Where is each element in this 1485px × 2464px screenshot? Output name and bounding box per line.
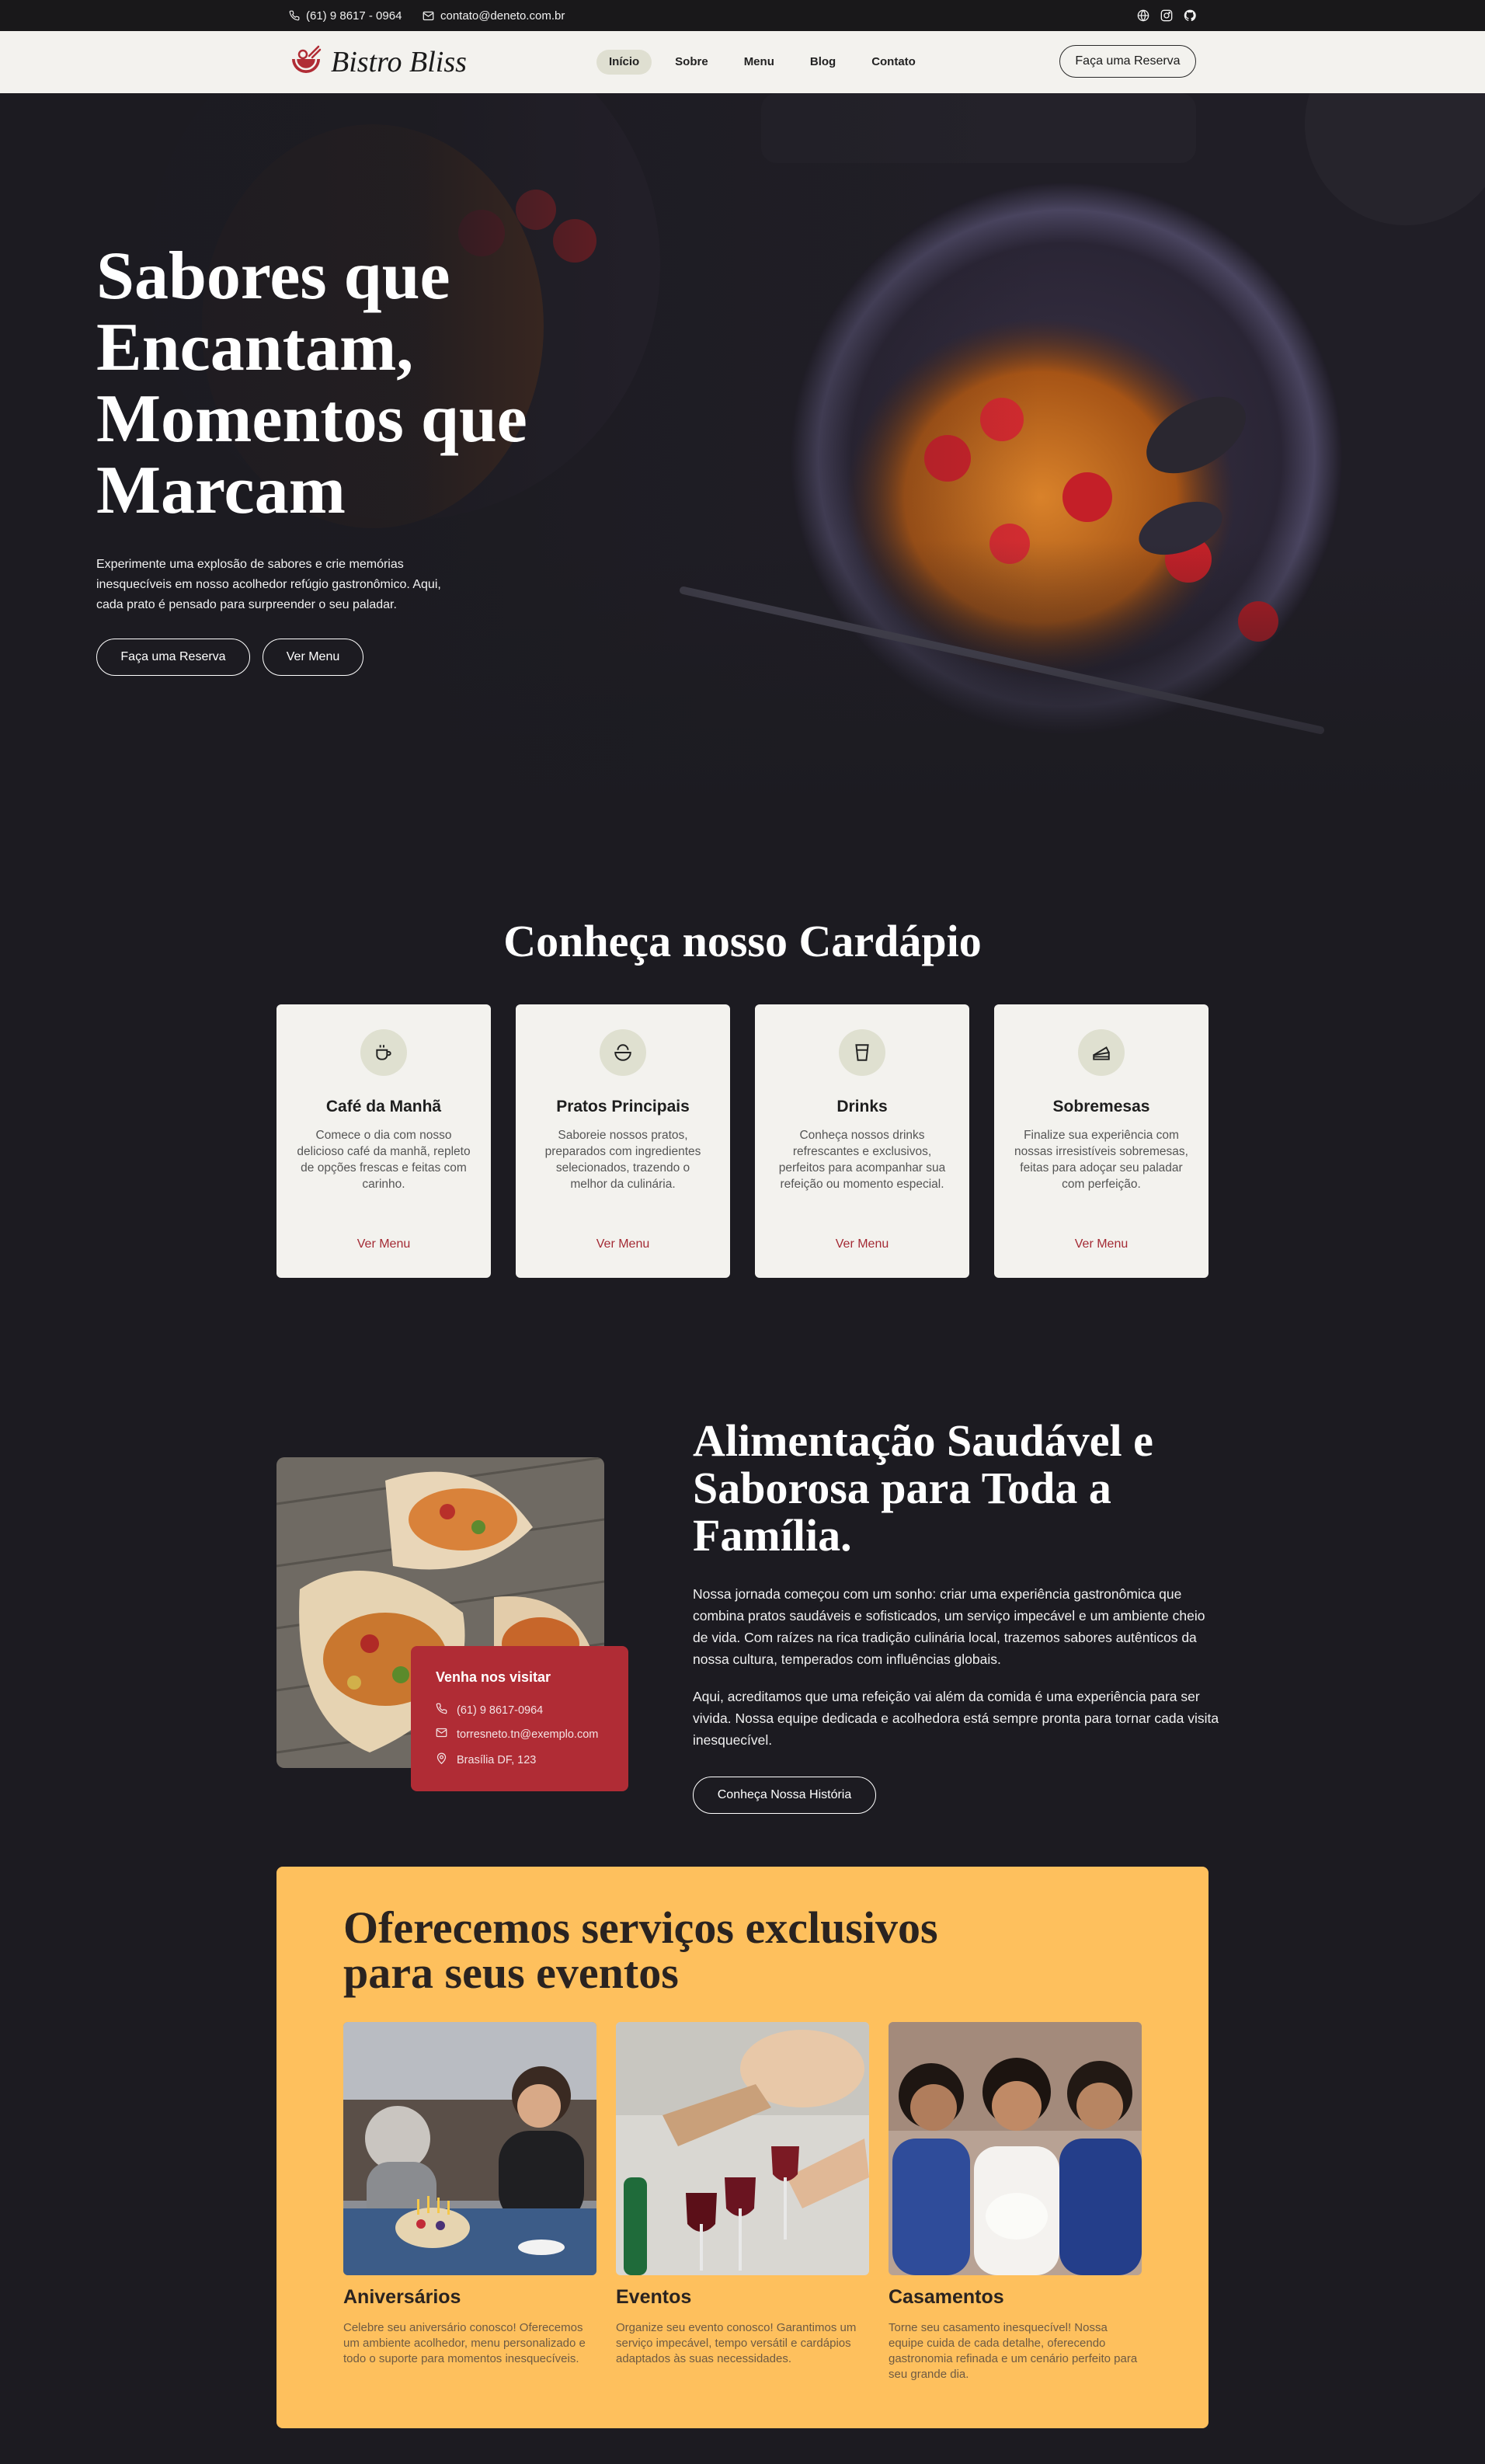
menu-card-description: Finalize sua experiência com nossas irre… (1014, 1129, 1188, 1191)
cake-slice-icon (1078, 1029, 1125, 1076)
topbar-phone[interactable]: (61) 9 8617 - 0964 (289, 0, 402, 31)
nav-item-contato[interactable]: Contato (859, 50, 928, 75)
visit-card-email[interactable]: torresneto.tn@exemplo.com (436, 1728, 598, 1741)
mail-icon (423, 11, 434, 21)
logo-text: Bistro Bliss (331, 46, 467, 78)
nav-item-sobre[interactable]: Sobre (663, 50, 721, 75)
event-card-aniversarios[interactable]: Aniversários Celebre seu aniversário con… (343, 2022, 596, 2365)
menu-card-description: Comece o dia com nosso delicioso café da… (297, 1129, 471, 1191)
bowl-icon (600, 1029, 646, 1076)
menu-card-pratos: Pratos Principais Saboreie nossos pratos… (516, 1004, 730, 1278)
menu-card-title: Pratos Principais (556, 1098, 690, 1115)
main-nav: Início Sobre Menu Blog Contato (596, 50, 928, 75)
about-history-button[interactable]: Conheça Nossa História (693, 1777, 876, 1814)
toast-photo (616, 2022, 869, 2275)
logo[interactable]: Bistro Bliss (289, 44, 467, 81)
menu-card-title: Sobremesas (1052, 1098, 1150, 1115)
visit-phone-text: (61) 9 8617-0964 (457, 1704, 544, 1717)
menu-card-link[interactable]: Ver Menu (276, 1237, 491, 1251)
hero-title: Sabores que Encantam, Momentos que Marca… (96, 238, 527, 528)
visit-card-address: Brasília DF, 123 (436, 1752, 536, 1768)
about-paragraph-1: Nossa jornada começou com um sonho: cria… (693, 1586, 1205, 1667)
menu-card-sobremesas: Sobremesas Finalize sua experiência com … (994, 1004, 1209, 1278)
events-title: Oferecemos serviços exclusivos para seus… (343, 1902, 938, 1998)
event-card-description: Torne seu casamento inesquecível! Nossa … (889, 2321, 1138, 2381)
menu-card-link[interactable]: Ver Menu (516, 1237, 730, 1251)
event-card-title: Aniversários (343, 2286, 461, 2308)
menu-card-title: Drinks (836, 1098, 888, 1115)
visit-email-text: torresneto.tn@exemplo.com (457, 1728, 599, 1741)
visit-card-title: Venha nos visitar (436, 1669, 551, 1685)
menu-card-link[interactable]: Ver Menu (755, 1237, 969, 1251)
hero-subtitle: Experimente uma explosão de sabores e cr… (96, 558, 441, 611)
visit-card-phone[interactable]: (61) 9 8617-0964 (436, 1703, 543, 1717)
event-card-eventos[interactable]: Eventos Organize seu evento conosco! Gar… (616, 2022, 869, 2365)
visit-card: Venha nos visitar (61) 9 8617-0964 torre… (411, 1646, 628, 1791)
top-bar: (61) 9 8617 - 0964 contato@deneto.com.br (0, 0, 1485, 31)
map-pin-icon (436, 1752, 447, 1768)
phone-icon (436, 1703, 447, 1717)
about-title: Alimentação Saudável e Saborosa para Tod… (693, 1415, 1153, 1561)
phone-icon (289, 10, 300, 21)
instagram-icon[interactable] (1160, 9, 1173, 22)
visit-address-text: Brasília DF, 123 (457, 1754, 537, 1766)
nav-item-inicio[interactable]: Início (596, 50, 652, 75)
menu-card-title: Café da Manhã (325, 1098, 442, 1115)
birthday-photo (343, 2022, 596, 2275)
topbar-email-text: contato@deneto.com.br (440, 9, 565, 23)
social-links (1137, 0, 1196, 31)
topbar-email[interactable]: contato@deneto.com.br (423, 0, 565, 31)
event-card-description: Celebre seu aniversário conosco! Oferece… (343, 2321, 586, 2365)
menu-card-cafe: Café da Manhã Comece o dia com nosso del… (276, 1004, 491, 1278)
events-section: Oferecemos serviços exclusivos para seus… (276, 1867, 1209, 2428)
nav-item-blog[interactable]: Blog (798, 50, 848, 75)
drink-glass-icon (839, 1029, 885, 1076)
globe-icon[interactable] (1137, 9, 1149, 22)
about-paragraph-2: Aqui, acreditamos que uma refeição vai a… (693, 1689, 1219, 1748)
menu-card-description: Saboreie nossos pratos, preparados com i… (544, 1129, 701, 1191)
wedding-photo (889, 2022, 1142, 2275)
menu-card-description: Conheça nossos drinks refrescantes e exc… (778, 1129, 946, 1191)
header-reserve-button[interactable]: Faça uma Reserva (1059, 45, 1196, 78)
topbar-phone-text: (61) 9 8617 - 0964 (306, 9, 402, 23)
bowl-logo-icon (289, 44, 323, 82)
event-card-title: Eventos (616, 2286, 692, 2308)
coffee-cup-icon (360, 1029, 407, 1076)
mail-icon (436, 1728, 447, 1741)
event-card-description: Organize seu evento conosco! Garantimos … (616, 2321, 857, 2365)
hero-reserve-button[interactable]: Faça uma Reserva (96, 639, 250, 676)
main-header: Bistro Bliss Início Sobre Menu Blog Cont… (0, 31, 1485, 93)
event-card-casamentos[interactable]: Casamentos Torne seu casamento inesquecí… (889, 2022, 1142, 2381)
hero-section: Sabores que Encantam, Momentos que Marca… (0, 93, 1485, 839)
github-icon[interactable] (1184, 9, 1196, 22)
hero-menu-button[interactable]: Ver Menu (263, 639, 363, 676)
menu-card-link[interactable]: Ver Menu (994, 1237, 1209, 1251)
menu-section-title: Conheça nosso Cardápio (503, 916, 982, 966)
nav-item-menu[interactable]: Menu (732, 50, 787, 75)
menu-card-drinks: Drinks Conheça nossos drinks refrescante… (755, 1004, 969, 1278)
event-card-title: Casamentos (889, 2286, 1004, 2308)
